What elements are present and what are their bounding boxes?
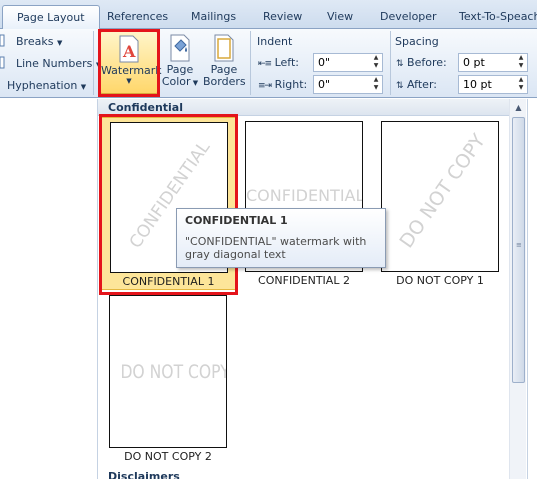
spacing-before-label: Before: [407,56,447,69]
group-divider [250,31,251,95]
gallery-section-header: Confidential [98,99,510,116]
indent-right-icon: ≡⇥ [258,81,272,91]
spinner-arrows-icon[interactable]: ▲ ▼ [370,54,382,71]
tab-developer[interactable]: Developer [380,4,437,29]
indent-left-input[interactable]: 0" ▲ ▼ [313,53,383,72]
breaks-button[interactable]: Breaks ▼ [0,33,62,51]
gallery-item-do-not-copy-2[interactable]: DO NOT COPY DO NOT COPY 2 [109,295,229,465]
tab-references[interactable]: References [107,4,168,29]
tooltip-description: "CONFIDENTIAL" watermark with gray diago… [185,235,367,261]
indent-right-label-row: ≡⇥ Right: [258,75,307,96]
indent-right-value: 0" [318,78,331,91]
breaks-label: Breaks [16,35,54,48]
spinner-arrows-icon[interactable]: ▲ ▼ [515,76,527,93]
hyphenation-button[interactable]: Hyphenation ▼ [0,77,86,95]
spinner-arrows-icon[interactable]: ▲ ▼ [370,76,382,93]
tooltip-title: CONFIDENTIAL 1 [185,214,288,227]
watermark-preview: DO NOT COPY [381,121,499,272]
gallery-item-caption: DO NOT COPY 2 [124,450,212,463]
indent-left-label: Left: [274,56,299,69]
watermark-button[interactable]: A Watermark ▼ [100,31,162,94]
scroll-up-icon[interactable]: ▲ [510,100,527,115]
group-divider [390,31,391,95]
page-color-label-row: Color ▼ [161,76,199,89]
group-divider [93,31,94,95]
gallery-item-caption: DO NOT COPY 1 [396,274,484,287]
dropdown-arrow-icon: ▼ [190,79,199,87]
tab-review[interactable]: Review [263,4,302,29]
indent-left-label-row: ⇤≡ Left: [258,53,299,74]
breaks-icon [0,34,13,47]
indent-right-label: Right: [274,78,308,91]
tab-mailings[interactable]: Mailings [191,4,236,29]
tab-view[interactable]: View [327,4,353,29]
spacing-after-value: 10 pt [463,78,492,91]
dropdown-arrow-icon: ▼ [126,77,132,85]
grip-icon: ≡ [516,241,522,249]
spacing-before-value: 0 pt [463,56,485,69]
dropdown-arrow-icon: ▼ [80,83,87,91]
paint-bucket-icon [168,34,192,62]
gallery-scrollbar[interactable]: ▲ ≡ [509,99,526,479]
scrollbar-thumb[interactable]: ≡ [512,117,525,383]
indent-group-label: Indent [257,35,293,48]
watermark-preview-text: DO NOT COPY [395,130,490,253]
svg-text:A: A [122,42,136,61]
page-color-button[interactable]: Page Color ▼ [161,32,199,94]
indent-left-value: 0" [318,56,331,69]
hyphenation-icon [0,78,4,91]
spinner-arrows-icon[interactable]: ▲ ▼ [515,54,527,71]
line-numbers-label: Line Numbers [16,57,93,70]
ribbon-tab-bar: Page Layout References Mailings Review V… [0,0,537,30]
watermark-preview-text: DO NOT COPY [120,361,227,383]
spacing-group-label: Spacing [395,35,439,48]
page-color-label-2: Color [161,75,191,88]
tab-page-layout[interactable]: Page Layout [2,5,100,30]
page-borders-icon [212,34,236,62]
gallery-tooltip: CONFIDENTIAL 1 "CONFIDENTIAL" watermark … [176,208,386,268]
spacing-before-icon: ⇅ [396,59,404,69]
ribbon: Breaks ▼ Line Numbers ▼ Hyphenation ▼ A … [0,29,537,112]
line-numbers-button[interactable]: Line Numbers ▼ [0,55,101,73]
watermark-gallery: Confidential CONFIDENTIAL CONFIDENTIAL 1… [97,99,537,479]
tab-text-to-speach[interactable]: Text-To-Speach [459,4,537,29]
gallery-item-caption: CONFIDENTIAL 1 [122,275,215,288]
spacing-after-input[interactable]: 10 pt ▲ ▼ [458,75,528,94]
right-margin-area [527,99,537,479]
gallery-section-header-disclaimers: Disclaimers [108,470,180,479]
watermark-preview-text: CONFIDENTIAL [246,186,363,205]
spacing-after-label-row: ⇅ After: [396,75,437,96]
spacing-before-input[interactable]: 0 pt ▲ ▼ [458,53,528,72]
document-area [0,99,97,479]
page-borders-button[interactable]: Page Borders [203,32,246,94]
hyphenation-label: Hyphenation [7,79,78,92]
gallery-item-caption: CONFIDENTIAL 2 [258,274,350,287]
spacing-after-icon: ⇅ [396,81,404,91]
indent-right-input[interactable]: 0" ▲ ▼ [313,75,383,94]
spacing-before-label-row: ⇅ Before: [396,53,447,74]
watermark-icon: A [117,35,141,63]
page-borders-label-2: Borders [203,75,246,88]
line-numbers-icon [0,56,13,69]
spacing-after-label: After: [407,78,437,91]
dropdown-arrow-icon: ▼ [56,39,63,47]
gallery-item-do-not-copy-1[interactable]: DO NOT COPY DO NOT COPY 1 [381,121,501,291]
watermark-label: Watermark [101,64,162,77]
indent-left-icon: ⇤≡ [258,59,272,69]
watermark-preview: DO NOT COPY [109,295,227,448]
